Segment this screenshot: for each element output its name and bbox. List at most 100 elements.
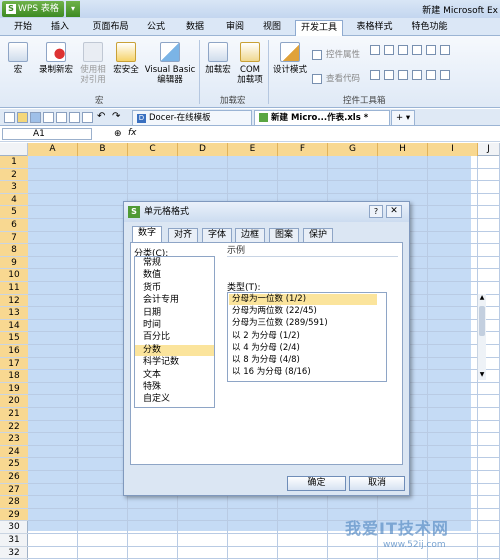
row-header-1[interactable]: 1: [0, 156, 28, 169]
spin-control-icon[interactable]: [384, 70, 394, 80]
category-item[interactable]: 数值: [135, 270, 214, 281]
row-header-13[interactable]: 13: [0, 307, 28, 320]
column-header-b[interactable]: B: [78, 143, 128, 156]
menu-table-style[interactable]: 表格样式: [352, 20, 397, 36]
column-header-e[interactable]: E: [228, 143, 278, 156]
type-item[interactable]: 以 16 为分母 (8/16): [229, 367, 377, 378]
tab-border[interactable]: 边框: [235, 228, 266, 242]
tab-alignment[interactable]: 对齐: [168, 228, 199, 242]
menu-insert[interactable]: 插入: [45, 20, 75, 36]
column-header-i[interactable]: I: [428, 143, 478, 156]
print-icon[interactable]: [56, 112, 67, 123]
row-header-17[interactable]: 17: [0, 357, 28, 371]
row-header-26[interactable]: 26: [0, 471, 28, 484]
menu-page-layout[interactable]: 页面布局: [88, 20, 133, 36]
row-header-4[interactable]: 4: [0, 193, 28, 207]
redo-icon[interactable]: ↷: [112, 112, 123, 123]
category-item[interactable]: 科学记数: [135, 357, 214, 368]
tab-docer-templates[interactable]: D Docer-在线模板: [132, 110, 252, 126]
print-preview-icon[interactable]: [69, 112, 80, 123]
app-menu-dropdown-icon[interactable]: ▾: [66, 1, 80, 17]
save-icon[interactable]: [30, 112, 41, 123]
open-folder-icon[interactable]: [17, 112, 28, 123]
combobox-control-icon[interactable]: [440, 45, 450, 55]
macro-button[interactable]: 宏: [6, 42, 30, 75]
row-header-28[interactable]: 28: [0, 496, 28, 509]
close-button[interactable]: ✕: [386, 205, 402, 218]
ok-button[interactable]: 确定: [287, 476, 346, 491]
row-header-6[interactable]: 6: [0, 219, 28, 232]
category-item[interactable]: 日期: [135, 308, 214, 319]
type-item[interactable]: 以 8 为分母 (4/8): [229, 355, 377, 366]
category-item[interactable]: 分数: [135, 344, 214, 356]
type-item[interactable]: 以 2 为分母 (1/2): [229, 331, 377, 342]
row-header-14[interactable]: 14: [0, 319, 28, 333]
row-header-12[interactable]: 12: [0, 294, 28, 308]
category-item[interactable]: 特殊: [135, 382, 214, 393]
select-all-corner[interactable]: [0, 143, 28, 156]
row-header-30[interactable]: 30: [0, 521, 28, 534]
row-header-2[interactable]: 2: [0, 168, 28, 182]
tab-current-workbook[interactable]: 新建 Micro...作表.xls *: [254, 110, 390, 126]
format-painter-icon[interactable]: [82, 112, 93, 123]
radio-control-icon[interactable]: [412, 45, 422, 55]
row-header-20[interactable]: 20: [0, 395, 28, 408]
row-header-15[interactable]: 15: [0, 332, 28, 345]
type-item[interactable]: 分母为一位数 (1/2): [229, 294, 377, 306]
menu-formula[interactable]: 公式: [141, 20, 171, 36]
row-header-9[interactable]: 9: [0, 256, 28, 270]
cancel-button[interactable]: 取消: [349, 476, 405, 491]
row-header-29[interactable]: 29: [0, 508, 28, 522]
com-addins-button[interactable]: COM 加载项: [235, 42, 265, 85]
menu-data[interactable]: 数据: [180, 20, 210, 36]
column-header-j[interactable]: J: [478, 143, 500, 156]
row-header-31[interactable]: 31: [0, 534, 28, 547]
type-item[interactable]: 分母为三位数 (289/591): [229, 318, 377, 329]
type-list-scrollbar[interactable]: ▲ ▼: [477, 294, 486, 380]
button-control-icon[interactable]: [398, 45, 408, 55]
dialog-title[interactable]: 单元格格式: [124, 202, 409, 222]
record-macro-button[interactable]: 录制新宏: [36, 42, 76, 75]
control-properties-button[interactable]: 控件属性: [312, 48, 360, 60]
row-header-25[interactable]: 25: [0, 458, 28, 471]
menu-special[interactable]: 特色功能: [407, 20, 452, 36]
type-item[interactable]: 以 4 为分母 (2/4): [229, 343, 377, 354]
tab-font[interactable]: 字体: [202, 228, 233, 242]
row-header-5[interactable]: 5: [0, 206, 28, 219]
new-tab-button[interactable]: + ▾: [391, 110, 415, 126]
tab-number[interactable]: 数字: [132, 226, 163, 243]
tab-protection[interactable]: 保护: [303, 228, 334, 242]
row-header-10[interactable]: 10: [0, 269, 28, 282]
more-controls-icon[interactable]: [440, 70, 450, 80]
tab-pattern[interactable]: 图案: [269, 228, 300, 242]
menu-view[interactable]: 视图: [257, 20, 287, 36]
checkbox-control-icon[interactable]: [370, 45, 380, 55]
zoom-icon[interactable]: ⊕: [114, 129, 122, 139]
row-header-8[interactable]: 8: [0, 244, 28, 257]
row-header-21[interactable]: 21: [0, 408, 28, 421]
export-pdf-icon[interactable]: [43, 112, 54, 123]
row-header-19[interactable]: 19: [0, 382, 28, 396]
relative-ref-button[interactable]: 使用相 对引用: [78, 42, 108, 85]
column-header-h[interactable]: H: [378, 143, 428, 156]
row-header-27[interactable]: 27: [0, 483, 28, 497]
scroll-thumb[interactable]: [479, 306, 485, 336]
listbox-control-icon[interactable]: [426, 45, 436, 55]
column-header-d[interactable]: D: [178, 143, 228, 156]
column-header-a[interactable]: A: [28, 143, 78, 156]
new-file-icon[interactable]: [4, 112, 15, 123]
vb-editor-button[interactable]: Visual Basic 编辑器: [143, 42, 197, 85]
fx-icon[interactable]: fx: [128, 128, 137, 138]
menu-home[interactable]: 开始: [8, 20, 38, 36]
undo-icon[interactable]: ↶: [97, 112, 108, 123]
category-item[interactable]: 常规: [135, 258, 214, 269]
column-header-c[interactable]: C: [128, 143, 178, 156]
row-header-32[interactable]: 32: [0, 547, 28, 560]
row-header-7[interactable]: 7: [0, 231, 28, 245]
view-code-button[interactable]: 查看代码: [312, 72, 360, 84]
category-item[interactable]: 文本: [135, 370, 214, 381]
type-list[interactable]: 分母为一位数 (1/2) 分母为两位数 (22/45) 分母为三位数 (289/59…: [227, 292, 486, 382]
scroll-up-icon[interactable]: ▲: [478, 294, 486, 303]
design-mode-button[interactable]: 设计模式: [272, 42, 308, 75]
menu-review[interactable]: 审阅: [220, 20, 250, 36]
